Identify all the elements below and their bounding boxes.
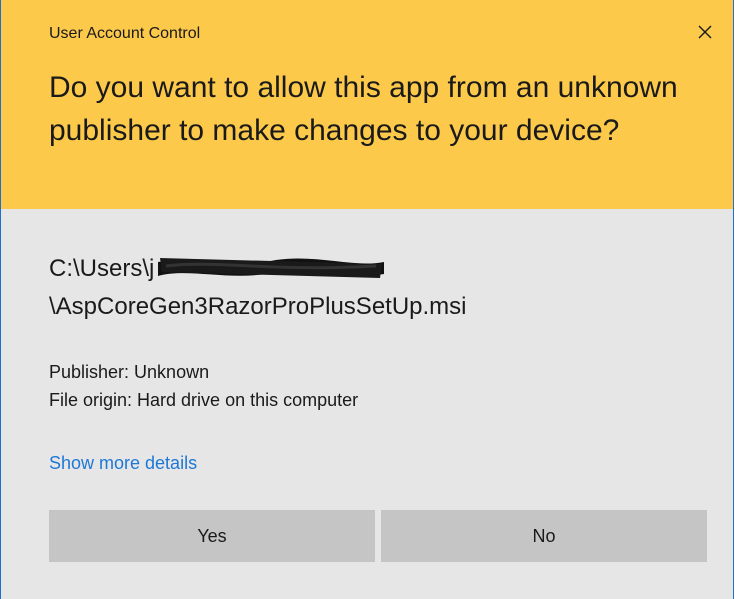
uac-dialog: User Account Control Do you want to allo… — [0, 0, 734, 599]
yes-button[interactable]: Yes — [49, 510, 375, 562]
close-button[interactable] — [687, 14, 723, 50]
publisher-text: Publisher: Unknown — [49, 362, 210, 382]
dialog-header: User Account Control Do you want to allo… — [1, 0, 733, 209]
dialog-question: Do you want to allow this app from an un… — [49, 71, 678, 147]
window-title: User Account Control — [49, 25, 201, 42]
file-origin-text: File origin: Hard drive on this computer — [49, 390, 359, 410]
redaction-scribble — [158, 257, 385, 278]
show-more-details-link[interactable]: Show more details — [49, 453, 197, 474]
program-path: C:\Users\j \AspCoreGen3RazorProPlusSetUp… — [49, 250, 467, 326]
close-icon — [698, 25, 712, 39]
path-line-2: \AspCoreGen3RazorProPlusSetUp.msi — [49, 293, 467, 320]
path-line-1: C:\Users\j — [49, 250, 467, 288]
path-prefix: C:\Users\j — [49, 255, 155, 282]
publisher-info: Publisher: Unknown File origin: Hard dri… — [49, 358, 358, 414]
no-button[interactable]: No — [381, 510, 707, 562]
